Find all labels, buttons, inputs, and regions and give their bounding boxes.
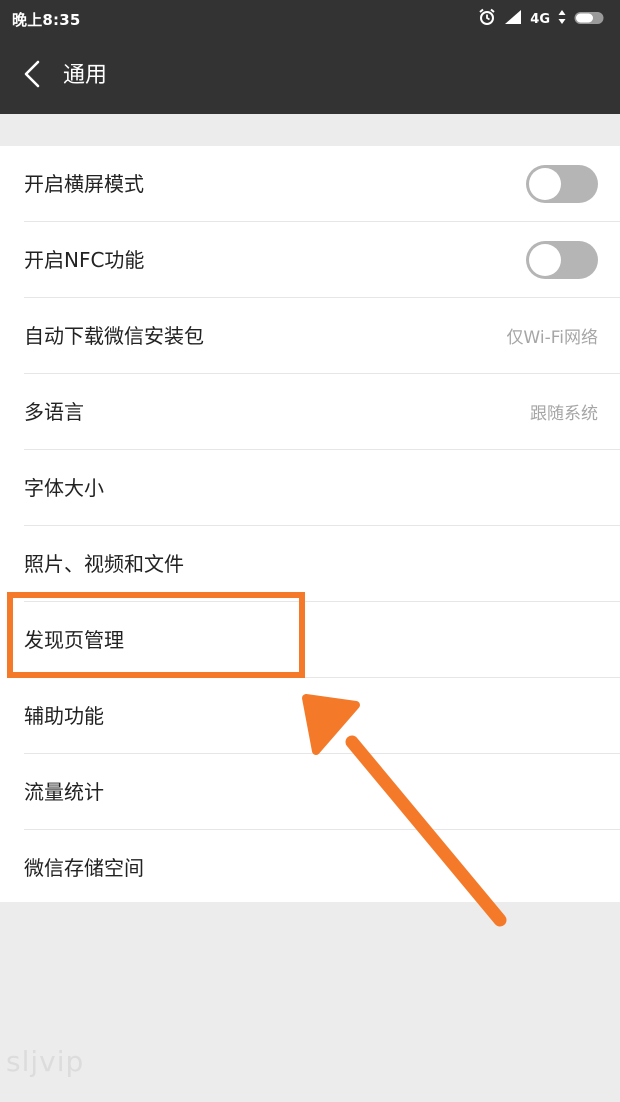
nfc-toggle[interactable] — [526, 240, 598, 279]
setting-font-size[interactable]: 字体大小 — [24, 450, 620, 526]
page-title: 通用 — [63, 63, 108, 88]
status-bar: 晚上8:35 4G — [0, 0, 620, 38]
setting-label: 照片、视频和文件 — [24, 551, 184, 576]
setting-label: 自动下载微信安装包 — [24, 323, 204, 348]
data-arrows-icon — [558, 9, 566, 29]
landscape-mode-toggle[interactable] — [526, 164, 598, 203]
status-icons: 4G — [478, 6, 606, 32]
setting-discover-management[interactable]: 发现页管理 — [24, 602, 620, 678]
setting-accessibility[interactable]: 辅助功能 — [24, 678, 620, 754]
alarm-icon — [478, 8, 496, 30]
setting-landscape-mode[interactable]: 开启横屏模式 — [24, 146, 620, 222]
chevron-left-icon — [22, 59, 42, 93]
setting-data-usage[interactable]: 流量统计 — [24, 754, 620, 830]
setting-label: 多语言 — [24, 399, 84, 424]
setting-label: 开启横屏模式 — [24, 171, 144, 196]
toggle-knob — [529, 243, 561, 276]
setting-nfc[interactable]: 开启NFC功能 — [24, 222, 620, 298]
settings-list: 开启横屏模式 开启NFC功能 自动下载微信安装包 仅Wi-Fi网络 多语言 跟随… — [0, 146, 620, 902]
app-bar: 通用 — [0, 38, 620, 114]
battery-icon — [574, 10, 606, 29]
signal-icon — [504, 9, 522, 29]
setting-label: 流量统计 — [24, 779, 104, 804]
setting-label: 开启NFC功能 — [24, 247, 145, 272]
setting-value: 仅Wi-Fi网络 — [506, 328, 598, 348]
setting-label: 微信存储空间 — [24, 855, 144, 880]
back-button[interactable] — [14, 56, 50, 96]
setting-media-files[interactable]: 照片、视频和文件 — [24, 526, 620, 602]
setting-language[interactable]: 多语言 跟随系统 — [24, 374, 620, 450]
setting-auto-download[interactable]: 自动下载微信安装包 仅Wi-Fi网络 — [24, 298, 620, 374]
setting-storage[interactable]: 微信存储空间 — [24, 830, 620, 905]
setting-label: 字体大小 — [24, 475, 104, 500]
setting-label: 辅助功能 — [24, 703, 104, 728]
status-time: 晚上8:35 — [12, 11, 81, 29]
setting-value: 跟随系统 — [530, 404, 598, 424]
toggle-knob — [529, 167, 561, 200]
network-type: 4G — [530, 11, 550, 27]
setting-label: 发现页管理 — [24, 627, 124, 652]
watermark: sljvip — [6, 1045, 85, 1078]
